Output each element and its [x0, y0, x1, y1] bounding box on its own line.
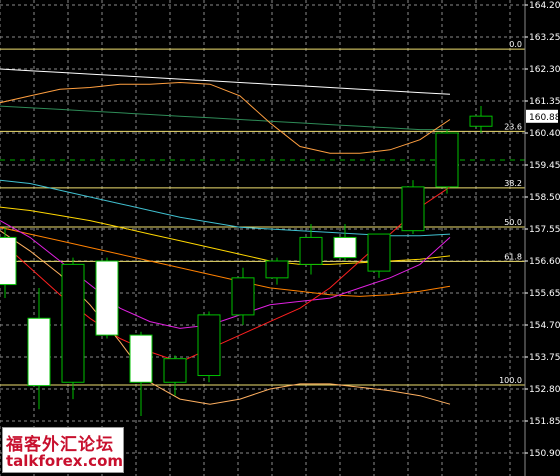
watermark-logo: 福客外汇论坛 talkforex.com [2, 427, 124, 473]
y-axis-tick-label: 151.85 [529, 417, 560, 427]
fib-level-label: 50.0 [504, 218, 522, 227]
y-axis-tick-label: 156.60 [529, 257, 560, 267]
candle-body [401, 186, 425, 232]
y-axis-tick-label: 154.70 [529, 321, 560, 331]
candle-body [231, 277, 255, 316]
fib-level-label: 100.0 [499, 376, 522, 385]
candle-body [129, 334, 153, 383]
y-axis-tick-label: 161.35 [529, 97, 560, 107]
candle-body [299, 236, 323, 265]
candle-body [27, 317, 51, 387]
y-axis-tick-label: 164.20 [529, 1, 560, 11]
candle-body [95, 260, 119, 336]
candle-body [265, 260, 289, 279]
candle-body [197, 314, 221, 377]
candle-body [333, 236, 357, 259]
price-chart: 0.0 23.6 38.2 50.0 61.8 100.0 164.20 163.25 162… [0, 0, 560, 476]
fib-level-label: 38.2 [504, 179, 522, 188]
current-price-label: 160.88 [529, 113, 560, 123]
y-axis-tick-label: 160.40 [529, 129, 560, 139]
candle-body [435, 132, 459, 188]
y-axis-tick-label: 158.50 [529, 193, 560, 203]
y-axis-tick-label: 162.30 [529, 65, 560, 75]
candle-body [61, 263, 85, 383]
y-axis-tick-label: 150.90 [529, 449, 560, 459]
fib-level-label: 23.6 [504, 122, 522, 131]
watermark-url: talkforex.com [6, 452, 124, 470]
y-axis-tick-label: 157.55 [529, 225, 560, 235]
y-axis-tick-label: 153.75 [529, 353, 560, 363]
candle-body [469, 115, 493, 127]
fib-level-label: 0.0 [509, 40, 522, 49]
y-axis-tick-label: 159.45 [529, 161, 560, 171]
candle-body [0, 236, 17, 286]
candle-body [367, 233, 391, 272]
fib-level-label: 61.8 [504, 252, 522, 261]
y-axis-tick-label: 163.25 [529, 33, 560, 43]
y-axis-tick-label: 155.65 [529, 289, 560, 299]
current-price-box: 160.88 [526, 109, 560, 123]
y-axis-tick-label: 152.80 [529, 385, 560, 395]
candle-body [163, 358, 187, 383]
